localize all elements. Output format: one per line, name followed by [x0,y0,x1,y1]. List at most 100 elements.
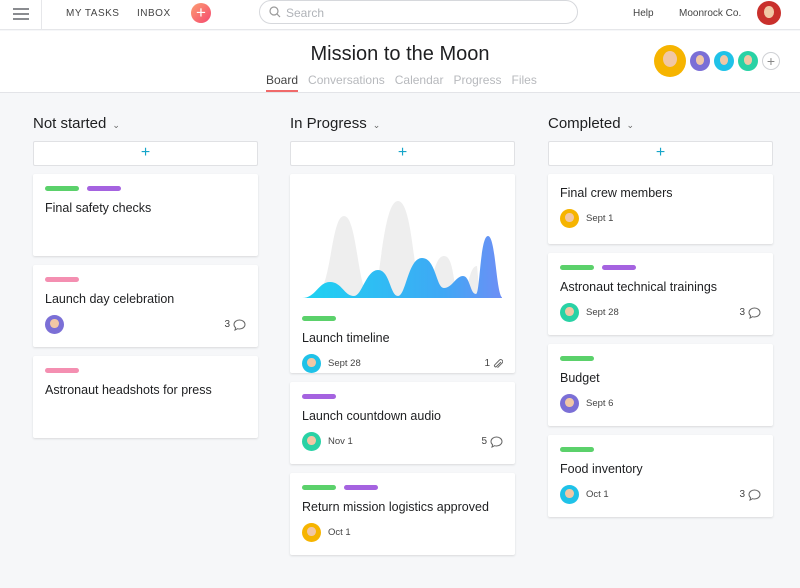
tag-list [560,265,761,270]
task-card[interactable]: Launch day celebration 3 [33,265,258,347]
card-meta: Nov 1 5 [302,432,503,451]
inbox-link[interactable]: INBOX [137,8,171,19]
add-card-button[interactable]: + [548,141,773,166]
tag-green[interactable] [302,316,336,321]
menu-icon[interactable] [0,0,42,30]
assignee-avatar[interactable] [560,303,579,322]
assignee-avatar[interactable] [302,432,321,451]
card-meta: Sept 28 1 [302,354,503,373]
comment-icon [748,488,761,501]
chevron-down-icon[interactable]: ⌄ [112,120,120,130]
tag-list [302,394,503,399]
project-members: + [654,45,780,77]
task-card[interactable]: Return mission logistics approved Oct 1 [290,473,515,555]
chevron-down-icon[interactable]: ⌄ [627,120,635,130]
member-avatar[interactable] [690,51,710,71]
card-title: Launch countdown audio [302,409,442,423]
card-title: Final crew members [560,186,673,200]
due-date[interactable]: Sept 6 [586,398,613,409]
member-avatar[interactable] [714,51,734,71]
tag-green[interactable] [302,485,336,490]
tag-green[interactable] [45,186,79,191]
column-header[interactable]: In Progress ⌄ [290,113,515,141]
board-column: Completed ⌄ + Final crew members Sept 1 Astr… [548,113,773,526]
card-meta: 3 [45,315,246,334]
task-card[interactable]: Launch timeline Sept 28 1 [290,174,515,373]
search-input[interactable]: Search [259,0,578,24]
board-column: In Progress ⌄ + Launch timeline Sept 28 1 La… [290,113,515,564]
tag-list [45,186,246,191]
tab-files[interactable]: Files [511,73,536,92]
assignee-avatar[interactable] [45,315,64,334]
card-meta: Oct 1 [302,523,503,542]
add-card-button[interactable]: + [33,141,258,166]
comment-count[interactable]: 3 [739,306,761,319]
task-card[interactable]: Budget Sept 6 [548,344,773,426]
task-card[interactable]: Final crew members Sept 1 [548,174,773,244]
task-card[interactable]: Astronaut technical trainings Sept 28 3 [548,253,773,335]
tag-list [302,485,503,490]
due-date[interactable]: Sept 28 [586,307,619,318]
board-column: Not started ⌄ + Final safety checks Launch … [33,113,258,447]
tag-green[interactable] [560,356,594,361]
add-card-button[interactable]: + [290,141,515,166]
comment-count-value: 3 [739,307,745,318]
due-date[interactable]: Sept 28 [328,358,361,369]
column-title: Completed [548,115,621,132]
tag-purple[interactable] [87,186,121,191]
assignee-avatar[interactable] [560,394,579,413]
task-card[interactable]: Launch countdown audio Nov 1 5 [290,382,515,464]
help-link[interactable]: Help [633,8,654,19]
comment-count-value: 3 [739,489,745,500]
project-header: Mission to the Moon Board Conversations Ca… [0,31,800,93]
card-meta: Sept 1 [560,209,761,228]
comment-count[interactable]: 3 [224,318,246,331]
chevron-down-icon[interactable]: ⌄ [373,120,381,130]
task-card[interactable]: Final safety checks [33,174,258,256]
quick-add-button[interactable]: + [191,3,211,23]
column-header[interactable]: Not started ⌄ [33,113,258,141]
card-title: Launch day celebration [45,292,175,306]
assignee-avatar[interactable] [560,209,579,228]
attachment-count[interactable]: 1 [484,358,503,370]
add-member-button[interactable]: + [762,52,780,70]
tag-pink[interactable] [45,368,79,373]
card-title: Return mission logistics approved [302,500,489,514]
column-header[interactable]: Completed ⌄ [548,113,773,141]
task-card[interactable]: Astronaut headshots for press [33,356,258,438]
card-meta: Sept 6 [560,394,761,413]
tag-list [302,316,503,321]
comment-count[interactable]: 3 [739,488,761,501]
comment-icon [748,306,761,319]
assignee-avatar[interactable] [302,354,321,373]
due-date[interactable]: Nov 1 [328,436,353,447]
attachment-icon [493,358,503,368]
tab-board[interactable]: Board [266,73,299,92]
column-title: Not started [33,115,107,132]
search-icon [269,6,281,18]
card-meta: Sept 28 3 [560,303,761,322]
tag-purple[interactable] [602,265,636,270]
my-tasks-link[interactable]: MY TASKS [66,8,119,19]
task-card[interactable]: Food inventory Oct 1 3 [548,435,773,517]
assignee-avatar[interactable] [302,523,321,542]
tab-progress[interactable]: Progress [453,73,501,92]
tab-conversations[interactable]: Conversations [308,73,385,92]
comment-count-value: 5 [481,436,487,447]
tag-green[interactable] [560,447,594,452]
tag-green[interactable] [560,265,594,270]
user-avatar[interactable] [757,1,781,25]
member-avatar[interactable] [738,51,758,71]
tag-purple[interactable] [344,485,378,490]
tab-calendar[interactable]: Calendar [395,73,444,92]
due-date[interactable]: Oct 1 [328,527,351,538]
tag-purple[interactable] [302,394,336,399]
member-avatar[interactable] [654,45,686,77]
tag-pink[interactable] [45,277,79,282]
due-date[interactable]: Sept 1 [586,213,613,224]
assignee-avatar[interactable] [560,485,579,504]
due-date[interactable]: Oct 1 [586,489,609,500]
top-bar: MY TASKS INBOX + Search Help Moonrock Co… [0,0,800,30]
comment-count[interactable]: 5 [481,435,503,448]
org-switcher[interactable]: Moonrock Co. [679,8,741,19]
